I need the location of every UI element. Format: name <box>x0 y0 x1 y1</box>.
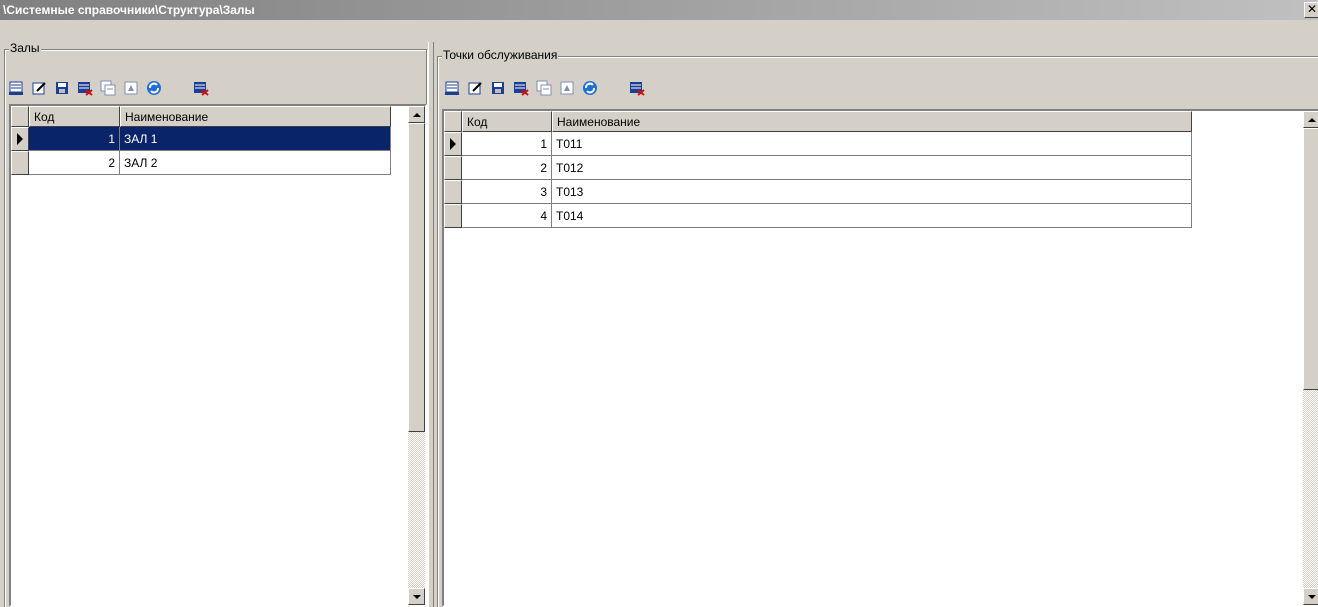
delete-record-button[interactable] <box>509 77 532 99</box>
row-indicator[interactable] <box>11 151 29 175</box>
close-icon: ✕ <box>1306 2 1318 16</box>
scroll-down-icon <box>412 594 421 599</box>
table-row[interactable]: 4 Т014 <box>444 204 1192 228</box>
cell-name[interactable]: ЗАЛ 2 <box>120 151 391 175</box>
scroll-down-button[interactable] <box>1303 588 1318 605</box>
service-points-grid[interactable]: Код Наименование 1 Т011 2 Т012 3 Т013 4 Т014 <box>442 109 1318 607</box>
close-record-icon <box>193 82 209 96</box>
scroll-up-icon <box>412 112 421 117</box>
refresh-icon <box>582 81 597 95</box>
delete-record-icon <box>77 82 93 96</box>
window-titlebar: \Системные справочники\Структура\Залы ✕ <box>0 0 1318 20</box>
row-indicator[interactable] <box>11 127 29 151</box>
add-record-icon <box>8 81 23 95</box>
panel-splitter[interactable] <box>428 42 434 607</box>
halls-vertical-scrollbar[interactable] <box>408 106 425 605</box>
add-record-button[interactable] <box>440 77 463 99</box>
window-title: \Системные справочники\Структура\Залы <box>3 3 255 17</box>
service-points-toolbar <box>440 75 648 101</box>
cell-code[interactable]: 2 <box>29 151 120 175</box>
cell-code[interactable]: 1 <box>29 127 120 151</box>
service-points-vertical-scrollbar[interactable] <box>1303 111 1318 605</box>
table-row[interactable]: 3 Т013 <box>444 180 1192 204</box>
table-row[interactable]: 2 Т012 <box>444 156 1192 180</box>
row-indicator[interactable] <box>444 204 462 228</box>
edit-record-button[interactable] <box>463 77 486 99</box>
cell-name[interactable]: Т013 <box>552 180 1192 204</box>
current-row-arrow-icon <box>450 138 456 150</box>
cell-code[interactable]: 3 <box>462 180 552 204</box>
halls-toolbar <box>4 75 212 101</box>
table-row[interactable]: 1 Т011 <box>444 132 1192 156</box>
halls-grid[interactable]: Код Наименование 1 ЗАЛ 1 2 ЗАЛ 2 <box>9 104 427 607</box>
scroll-thumb[interactable] <box>408 123 425 432</box>
column-header-name[interactable]: Наименование <box>552 111 1192 132</box>
service-points-group-caption: Точки обслуживания <box>442 48 559 62</box>
close-record-icon <box>629 82 645 96</box>
delete-record-icon <box>513 82 529 96</box>
column-header-code[interactable]: Код <box>462 111 552 132</box>
column-header-code[interactable]: Код <box>29 106 120 127</box>
save-record-icon <box>491 82 504 94</box>
move-record-icon <box>124 81 137 95</box>
cell-name[interactable]: ЗАЛ 1 <box>120 127 391 151</box>
save-record-button[interactable] <box>486 77 509 99</box>
row-indicator-header <box>444 111 462 132</box>
scroll-up-button[interactable] <box>408 106 425 123</box>
halls-group-caption: Залы <box>9 41 41 55</box>
add-record-button[interactable] <box>4 77 27 99</box>
save-record-button[interactable] <box>50 77 73 99</box>
copy-record-button[interactable] <box>532 77 555 99</box>
cell-name[interactable]: Т012 <box>552 156 1192 180</box>
cell-code[interactable]: 1 <box>462 132 552 156</box>
halls-grid-table: Код Наименование 1 ЗАЛ 1 2 ЗАЛ 2 <box>11 106 391 175</box>
add-record-icon <box>444 81 459 95</box>
refresh-button[interactable] <box>578 77 601 99</box>
scroll-down-button[interactable] <box>408 588 425 605</box>
row-indicator[interactable] <box>444 156 462 180</box>
row-indicator[interactable] <box>444 180 462 204</box>
scroll-up-button[interactable] <box>1303 111 1318 128</box>
cell-code[interactable]: 4 <box>462 204 552 228</box>
scroll-down-icon <box>1307 594 1316 599</box>
row-indicator[interactable] <box>444 132 462 156</box>
scroll-up-icon <box>1307 117 1316 122</box>
move-record-button[interactable] <box>119 77 142 99</box>
edit-record-icon <box>468 82 482 95</box>
edit-record-icon <box>32 82 46 95</box>
save-record-icon <box>55 82 68 94</box>
copy-record-button[interactable] <box>96 77 119 99</box>
refresh-button[interactable] <box>142 77 165 99</box>
move-record-button[interactable] <box>555 77 578 99</box>
cell-name[interactable]: Т014 <box>552 204 1192 228</box>
column-header-name[interactable]: Наименование <box>120 106 391 127</box>
row-indicator-header <box>11 106 29 127</box>
current-row-arrow-icon <box>17 133 23 145</box>
edit-record-button[interactable] <box>27 77 50 99</box>
scroll-thumb[interactable] <box>1303 128 1318 390</box>
cell-name[interactable]: Т011 <box>552 132 1192 156</box>
cell-code[interactable]: 2 <box>462 156 552 180</box>
table-row[interactable]: 2 ЗАЛ 2 <box>11 151 391 175</box>
service-points-grid-header: Код Наименование <box>444 111 1192 132</box>
copy-record-icon <box>100 80 115 96</box>
close-record-button[interactable] <box>189 77 212 99</box>
refresh-icon <box>146 81 161 95</box>
halls-grid-header: Код Наименование <box>11 106 391 127</box>
close-button[interactable]: ✕ <box>1304 2 1318 18</box>
close-record-button[interactable] <box>625 77 648 99</box>
service-points-grid-table: Код Наименование 1 Т011 2 Т012 3 Т013 4 Т014 <box>444 111 1192 228</box>
delete-record-button[interactable] <box>73 77 96 99</box>
table-row[interactable]: 1 ЗАЛ 1 <box>11 127 391 151</box>
move-record-icon <box>560 81 573 95</box>
copy-record-icon <box>536 80 551 96</box>
